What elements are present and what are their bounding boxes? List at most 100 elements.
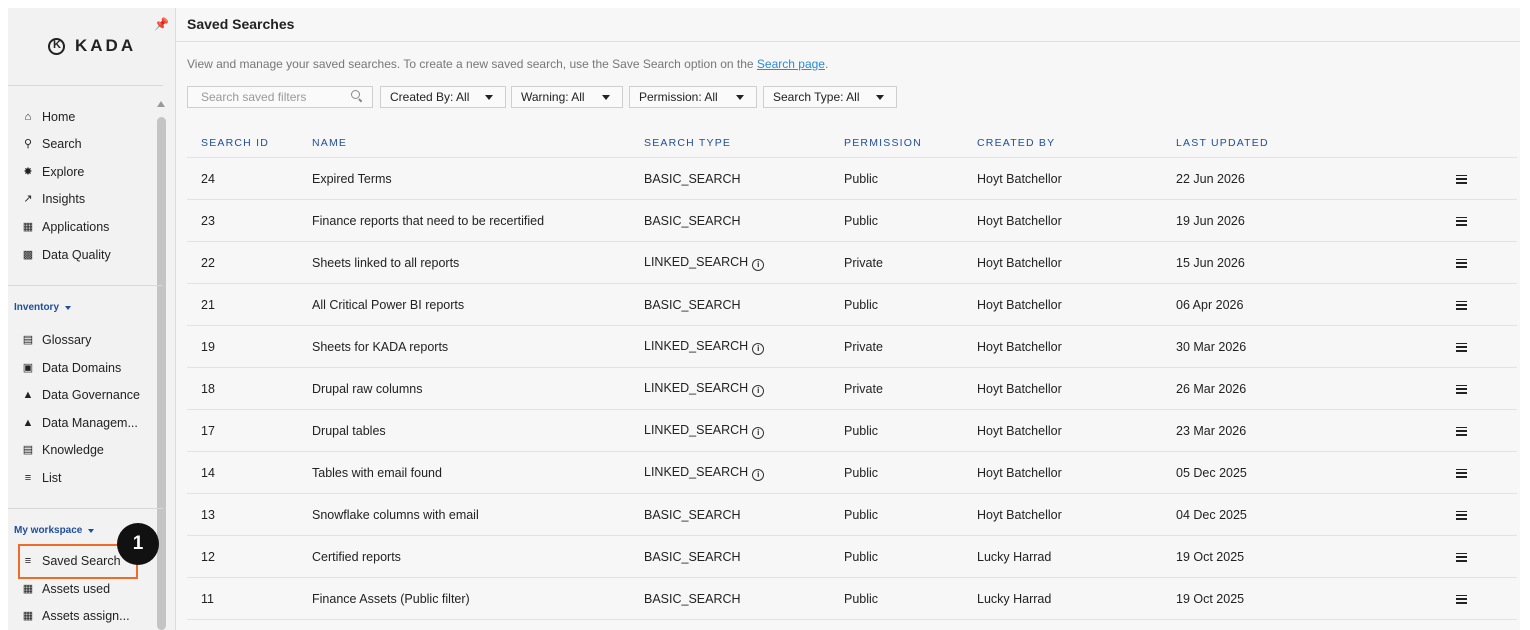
table-header-row: SEARCH ID NAME SEARCH TYPE PERMISSION CR…: [187, 128, 1517, 158]
search-type-value: BASIC_SEARCH: [644, 297, 741, 312]
name-cell[interactable]: Drupal raw columns: [312, 367, 644, 410]
pin-icon[interactable]: 📌: [154, 17, 169, 31]
name-cell[interactable]: Drupal tables: [312, 409, 644, 452]
created-by-filter[interactable]: Created By: All: [380, 86, 506, 108]
logo[interactable]: KADA: [48, 36, 136, 56]
sidebar-scrollbar[interactable]: [157, 101, 166, 630]
column-header-search-id[interactable]: SEARCH ID: [187, 128, 312, 158]
table-row[interactable]: 12 Certified reports BASIC_SEARCH Public Luc…: [187, 535, 1517, 578]
last-updated-cell: 15 Jun 2026: [1176, 241, 1456, 284]
dropdown-arrow-icon: [876, 95, 884, 100]
description-end: .: [824, 57, 829, 71]
row-menu-icon[interactable]: [1456, 383, 1467, 396]
info-icon[interactable]: i: [752, 342, 765, 355]
search-page-link[interactable]: Search page: [757, 57, 825, 71]
search-type-cell: BASIC_SEARCH: [644, 493, 844, 536]
search-type-cell: BASIC_SEARCH: [644, 199, 844, 242]
row-menu-icon[interactable]: [1456, 215, 1467, 228]
row-menu-icon[interactable]: [1456, 257, 1467, 270]
sidebar-item-assets-used[interactable]: ▦ Assets used: [22, 579, 110, 599]
insights-icon: ↗: [23, 193, 33, 205]
workspace-section-toggle[interactable]: My workspace: [14, 525, 95, 536]
created-by-filter-label: Created By: All: [390, 90, 470, 104]
row-menu-icon[interactable]: [1456, 593, 1467, 606]
column-header-name[interactable]: NAME: [312, 128, 644, 158]
table-row[interactable]: 18 Drupal raw columns LINKED_SEARCH i Privat…: [187, 367, 1517, 410]
last-updated-cell: 30 Mar 2026: [1176, 325, 1456, 368]
search-type-value: BASIC_SEARCH: [644, 549, 741, 564]
sidebar-item-assets-assigned[interactable]: ▦ Assets assign...: [22, 606, 130, 626]
sidebar-item-home[interactable]: ⌂ Home: [22, 107, 76, 127]
name-cell[interactable]: Snowflake columns with email: [312, 493, 644, 536]
created-by-cell: Hoyt Batchellor: [977, 325, 1176, 368]
name-cell[interactable]: All Critical Power BI reports: [312, 283, 644, 326]
column-header-actions: [1456, 128, 1517, 158]
search-type-cell: BASIC_SEARCH: [644, 535, 844, 578]
sidebar-item-knowledge[interactable]: ▤ Knowledge: [22, 440, 104, 460]
table-icon: ▦: [22, 610, 34, 622]
permission-cell: Public: [844, 577, 977, 620]
name-cell[interactable]: Finance Assets (Public filter): [312, 577, 644, 620]
sidebar-item-glossary[interactable]: ▤ Glossary: [22, 330, 92, 350]
sidebar-item-label: Explore: [42, 165, 85, 179]
table-row[interactable]: 13 Snowflake columns with email BASIC_SEAR…: [187, 493, 1517, 536]
row-menu-icon[interactable]: [1456, 299, 1467, 312]
table-row[interactable]: 11 Finance Assets (Public filter) BASIC_SE…: [187, 577, 1517, 620]
sidebar-item-explore[interactable]: ✸ Explore: [22, 162, 84, 182]
info-icon[interactable]: i: [752, 384, 765, 397]
table-row[interactable]: 22 Sheets linked to all reports LINKED_SEA…: [187, 241, 1517, 284]
table-row[interactable]: 21 All Critical Power BI reports BASIC_SEA…: [187, 283, 1517, 326]
main-content: Saved Searches View and manage your save…: [175, 8, 1520, 630]
column-header-permission[interactable]: PERMISSION: [844, 128, 977, 158]
search-id-cell: 11: [187, 577, 312, 620]
name-cell[interactable]: Certified reports: [312, 535, 644, 578]
search-type-filter[interactable]: Search Type: All: [763, 86, 897, 108]
last-updated-cell: 23 Mar 2026: [1176, 409, 1456, 452]
sidebar-item-data-domains[interactable]: ▣ Data Domains: [22, 358, 121, 378]
sidebar-item-applications[interactable]: ▦ Applications: [22, 217, 110, 237]
name-cell[interactable]: Sheets for KADA reports: [312, 325, 644, 368]
row-menu-icon[interactable]: [1456, 173, 1467, 186]
name-cell[interactable]: Finance reports that need to be recertif…: [312, 199, 644, 242]
warning-filter[interactable]: Warning: All: [511, 86, 623, 108]
actions-cell: [1456, 493, 1517, 536]
name-cell[interactable]: Sheets linked to all reports: [312, 241, 644, 284]
column-header-created-by[interactable]: CREATED BY: [977, 128, 1176, 158]
created-by-cell: Hoyt Batchellor: [977, 451, 1176, 494]
last-updated-cell: 19 Jun 2026: [1176, 199, 1456, 242]
info-icon[interactable]: i: [752, 468, 765, 481]
table-row[interactable]: 17 Drupal tables LINKED_SEARCH i Public Hoyt …: [187, 409, 1517, 452]
table-row[interactable]: 24 Expired Terms BASIC_SEARCH Public Hoyt Ba…: [187, 157, 1517, 200]
scrollbar-thumb[interactable]: [157, 117, 166, 630]
permission-filter[interactable]: Permission: All: [629, 86, 757, 108]
actions-cell: [1456, 283, 1517, 326]
search-input[interactable]: [188, 89, 353, 105]
name-cell[interactable]: Tables with email found: [312, 451, 644, 494]
sidebar-item-label: Search: [42, 137, 82, 151]
sidebar-item-data-governance[interactable]: ▲ Data Governance: [22, 385, 140, 405]
table-row[interactable]: 19 Sheets for KADA reports LINKED_SEARCH i P…: [187, 325, 1517, 368]
sidebar-item-list[interactable]: ≡ List: [22, 468, 62, 488]
search-type-value: LINKED_SEARCH: [644, 254, 749, 269]
table-row[interactable]: 23 Finance reports that need to be recert…: [187, 199, 1517, 242]
last-updated-cell: 26 Mar 2026: [1176, 367, 1456, 410]
row-menu-icon[interactable]: [1456, 509, 1467, 522]
column-header-last-updated[interactable]: LAST UPDATED: [1176, 128, 1456, 158]
row-menu-icon[interactable]: [1456, 551, 1467, 564]
dropdown-arrow-icon: [602, 95, 610, 100]
inventory-section-toggle[interactable]: Inventory: [14, 302, 72, 313]
table-row[interactable]: 14 Tables with email found LINKED_SEARCH i P…: [187, 451, 1517, 494]
row-menu-icon[interactable]: [1456, 425, 1467, 438]
sidebar-item-insights[interactable]: ↗ Insights: [22, 189, 85, 209]
sidebar-item-search[interactable]: ⚲ Search: [22, 134, 82, 154]
column-header-search-type[interactable]: SEARCH TYPE: [644, 128, 844, 158]
row-menu-icon[interactable]: [1456, 467, 1467, 480]
sidebar-item-data-quality[interactable]: ▩ Data Quality: [22, 245, 111, 265]
info-icon[interactable]: i: [752, 258, 765, 271]
search-icon[interactable]: [351, 90, 360, 99]
info-icon[interactable]: i: [752, 426, 765, 439]
scroll-up-arrow-icon[interactable]: [157, 101, 165, 107]
row-menu-icon[interactable]: [1456, 341, 1467, 354]
name-cell[interactable]: Expired Terms: [312, 157, 644, 200]
sidebar-item-data-management[interactable]: ▲ Data Managem...: [22, 413, 138, 433]
